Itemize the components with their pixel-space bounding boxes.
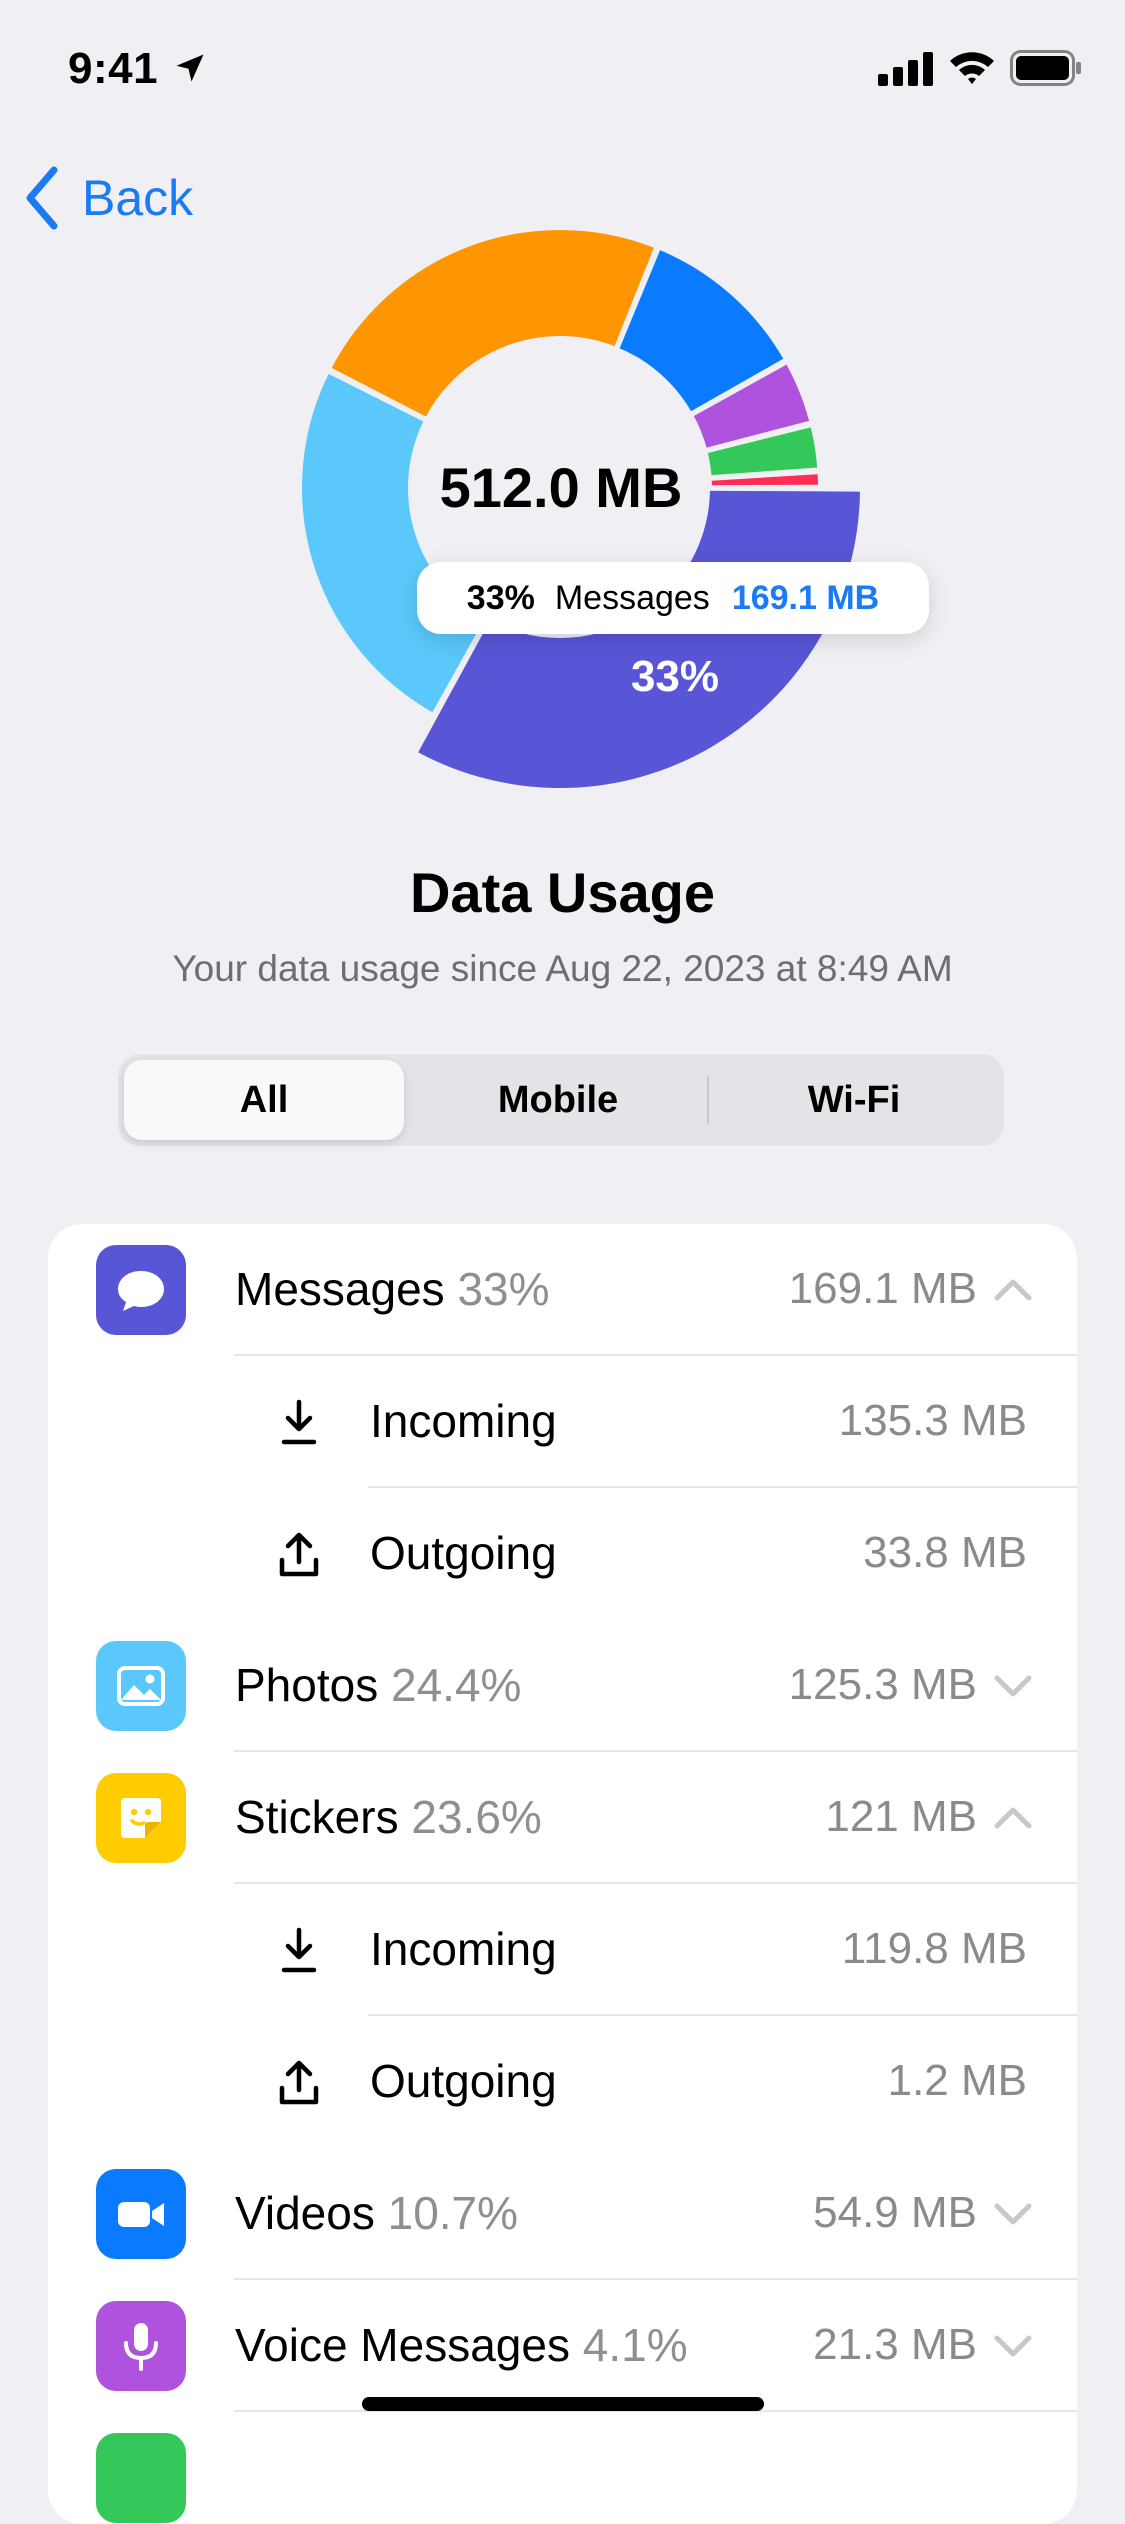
detail-label: Incoming <box>370 1923 557 1975</box>
page-subtitle: Your data usage since Aug 22, 2023 at 8:… <box>172 948 953 989</box>
back-label: Back <box>82 170 194 226</box>
back-button[interactable]: Back <box>22 162 193 234</box>
usage-name: Messages <box>235 1263 445 1315</box>
chevron-down-icon <box>994 2203 1032 2225</box>
usage-name: Stickers <box>235 1791 399 1843</box>
usage-value: 21.3 MB <box>813 2320 977 2369</box>
usage-percent: 4.1% <box>582 2319 688 2371</box>
usage-list: Messages 33% 169.1 MB Incoming 135.3 MB … <box>48 1224 1077 2524</box>
tooltip-name: Messages <box>554 578 710 617</box>
chevron-down-icon <box>994 1675 1032 1697</box>
download-icon <box>281 1927 317 1973</box>
detail-label: Incoming <box>370 1395 557 1447</box>
usage-value: 121 MB <box>825 1792 977 1841</box>
detail-value: 119.8 MB <box>841 1924 1027 1973</box>
usage-name: Voice Messages <box>235 2319 570 2371</box>
detail-label: Outgoing <box>370 2055 557 2107</box>
photo-icon <box>96 1641 186 1731</box>
detail-value: 1.2 MB <box>887 2056 1027 2105</box>
usage-percent: 24.4% <box>391 1659 522 1711</box>
usage-value: 125.3 MB <box>788 1660 977 1709</box>
home-indicator <box>362 2397 764 2411</box>
speech-bubble-icon <box>96 1245 186 1335</box>
highlighted-slice-percent: 33% <box>630 652 720 701</box>
usage-detail-row: Outgoing 1.2 MB <box>48 2016 1077 2148</box>
detail-value: 135.3 MB <box>838 1396 1027 1445</box>
segment-all[interactable]: All <box>124 1060 404 1140</box>
usage-detail-row: Incoming 119.8 MB <box>48 1884 1077 2016</box>
segmented-control: All Mobile Wi-Fi <box>118 1054 1004 1146</box>
status-bar: 9:41 <box>0 0 1125 140</box>
app-icon <box>96 2433 186 2523</box>
tooltip-value: 169.1 MB <box>731 578 880 617</box>
usage-detail-row: Outgoing 33.8 MB <box>48 1488 1077 1620</box>
usage-row-photos[interactable]: Photos 24.4% 125.3 MB <box>48 1620 1077 1752</box>
sticker-icon <box>96 1773 186 1863</box>
chart-tooltip: 33% Messages 169.1 MB <box>417 562 929 634</box>
detail-label: Outgoing <box>370 1527 557 1579</box>
usage-value: 54.9 MB <box>813 2188 977 2237</box>
chevron-up-icon <box>994 1807 1032 1829</box>
usage-percent: 10.7% <box>387 2187 519 2239</box>
usage-name: Photos <box>235 1659 379 1711</box>
segment-wifi[interactable]: Wi-Fi <box>710 1060 998 1140</box>
page-title: Data Usage <box>409 861 716 924</box>
usage-detail-row: Incoming 135.3 MB <box>48 1356 1077 1488</box>
segment-mobile[interactable]: Mobile <box>410 1060 706 1140</box>
usage-value: 169.1 MB <box>788 1264 977 1313</box>
status-time: 9:41 <box>68 44 159 93</box>
usage-name: Videos <box>235 2187 375 2239</box>
usage-percent: 33% <box>457 1263 550 1315</box>
upload-icon <box>279 2060 319 2105</box>
battery-icon <box>1010 50 1081 86</box>
usage-row-voice-messages[interactable]: Voice Messages 4.1% 21.3 MB <box>48 2280 1077 2412</box>
usage-percent: 23.6% <box>411 1791 542 1843</box>
upload-icon <box>279 1532 319 1577</box>
tooltip-percent: 33% <box>466 578 535 617</box>
usage-row-partial[interactable] <box>48 2412 1077 2524</box>
chevron-down-icon <box>994 2335 1032 2357</box>
microphone-icon <box>96 2301 186 2391</box>
chevron-up-icon <box>994 1279 1032 1301</box>
usage-row-stickers[interactable]: Stickers 23.6% 121 MB <box>48 1752 1077 1884</box>
usage-row-videos[interactable]: Videos 10.7% 54.9 MB <box>48 2148 1077 2280</box>
usage-row-messages[interactable]: Messages 33% 169.1 MB <box>48 1224 1077 1356</box>
cellular-signal-icon <box>878 52 933 86</box>
detail-value: 33.8 MB <box>863 1528 1027 1577</box>
download-icon <box>281 1399 317 1445</box>
wifi-icon <box>950 52 994 84</box>
video-camera-icon <box>96 2169 186 2259</box>
chevron-left-icon <box>26 166 58 230</box>
segment-divider <box>707 1076 709 1124</box>
chart-total: 512.0 MB <box>439 456 683 519</box>
location-arrow-icon <box>176 54 204 82</box>
